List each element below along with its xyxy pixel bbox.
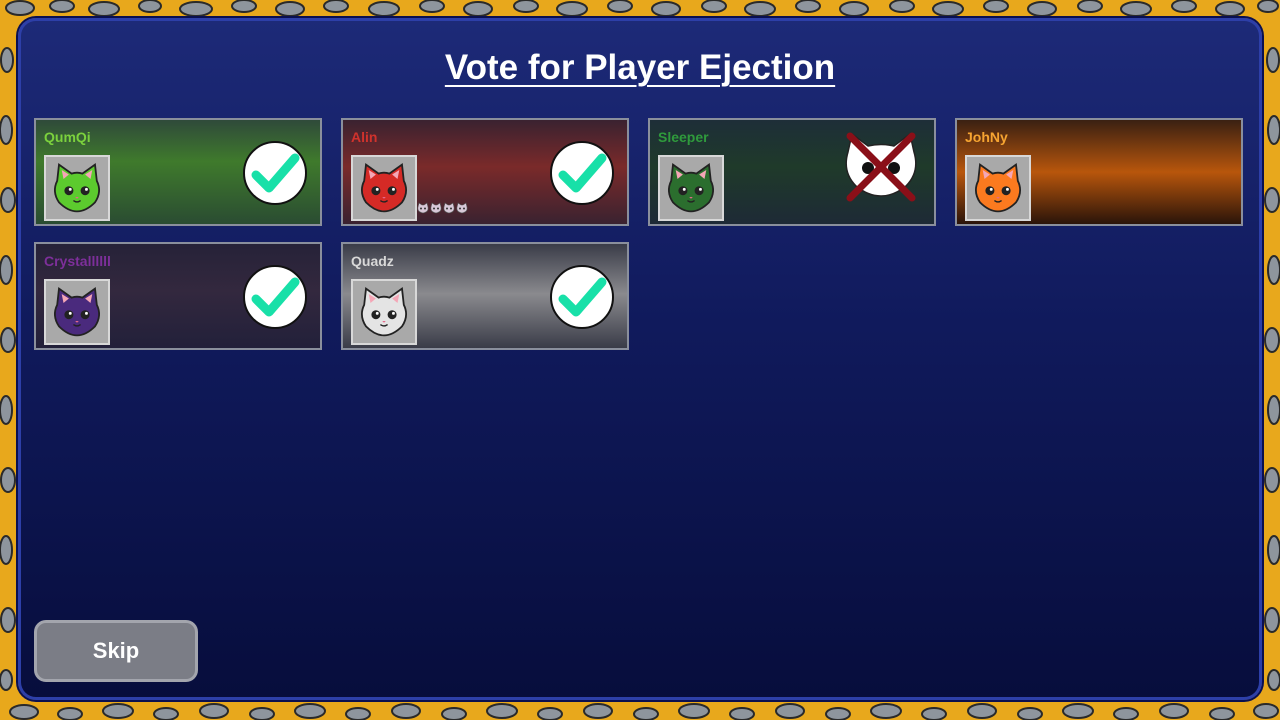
player-avatar: [44, 155, 110, 221]
player-card-qumqi[interactable]: QumQi: [34, 118, 322, 226]
player-name: Sleeper: [658, 129, 709, 145]
cat-face-icon: [54, 162, 100, 213]
player-card-crystallllll[interactable]: Crystallllll: [34, 242, 322, 350]
crossed-out-cat-icon: [845, 132, 917, 202]
cat-face-icon: [975, 162, 1021, 213]
page-title: Vote for Player Ejection: [444, 48, 836, 87]
player-card-johny[interactable]: JohNy: [955, 118, 1243, 226]
player-avatar: [965, 155, 1031, 221]
checkmark-icon: [550, 141, 614, 205]
player-avatar: [351, 155, 417, 221]
voting-panel: Vote for Player Ejection QumQi Alin Slee…: [18, 18, 1262, 700]
voter-cat-icon: [417, 202, 429, 214]
cat-face-icon: [668, 162, 714, 213]
checkmark-icon: [243, 141, 307, 205]
skip-button[interactable]: Skip: [34, 620, 198, 682]
player-card-quadz[interactable]: Quadz: [341, 242, 629, 350]
voter-cat-icon: [430, 202, 442, 214]
player-name: Alin: [351, 129, 378, 145]
checkmark-icon: [550, 265, 614, 329]
checkmark-icon: [243, 265, 307, 329]
player-avatar: [351, 279, 417, 345]
cat-face-icon: [54, 286, 100, 337]
player-name: QumQi: [44, 129, 91, 145]
player-avatar: [44, 279, 110, 345]
voter-cat-icon: [456, 202, 468, 214]
cat-face-icon: [361, 286, 407, 337]
player-avatar: [658, 155, 724, 221]
cat-face-icon: [361, 162, 407, 213]
player-card-sleeper[interactable]: Sleeper: [648, 118, 936, 226]
voter-cat-icon: [443, 202, 455, 214]
player-name: Crystallllll: [44, 253, 111, 269]
player-name: Quadz: [351, 253, 394, 269]
player-name: JohNy: [965, 129, 1008, 145]
votes-received: [417, 202, 468, 214]
player-card-alin[interactable]: Alin: [341, 118, 629, 226]
